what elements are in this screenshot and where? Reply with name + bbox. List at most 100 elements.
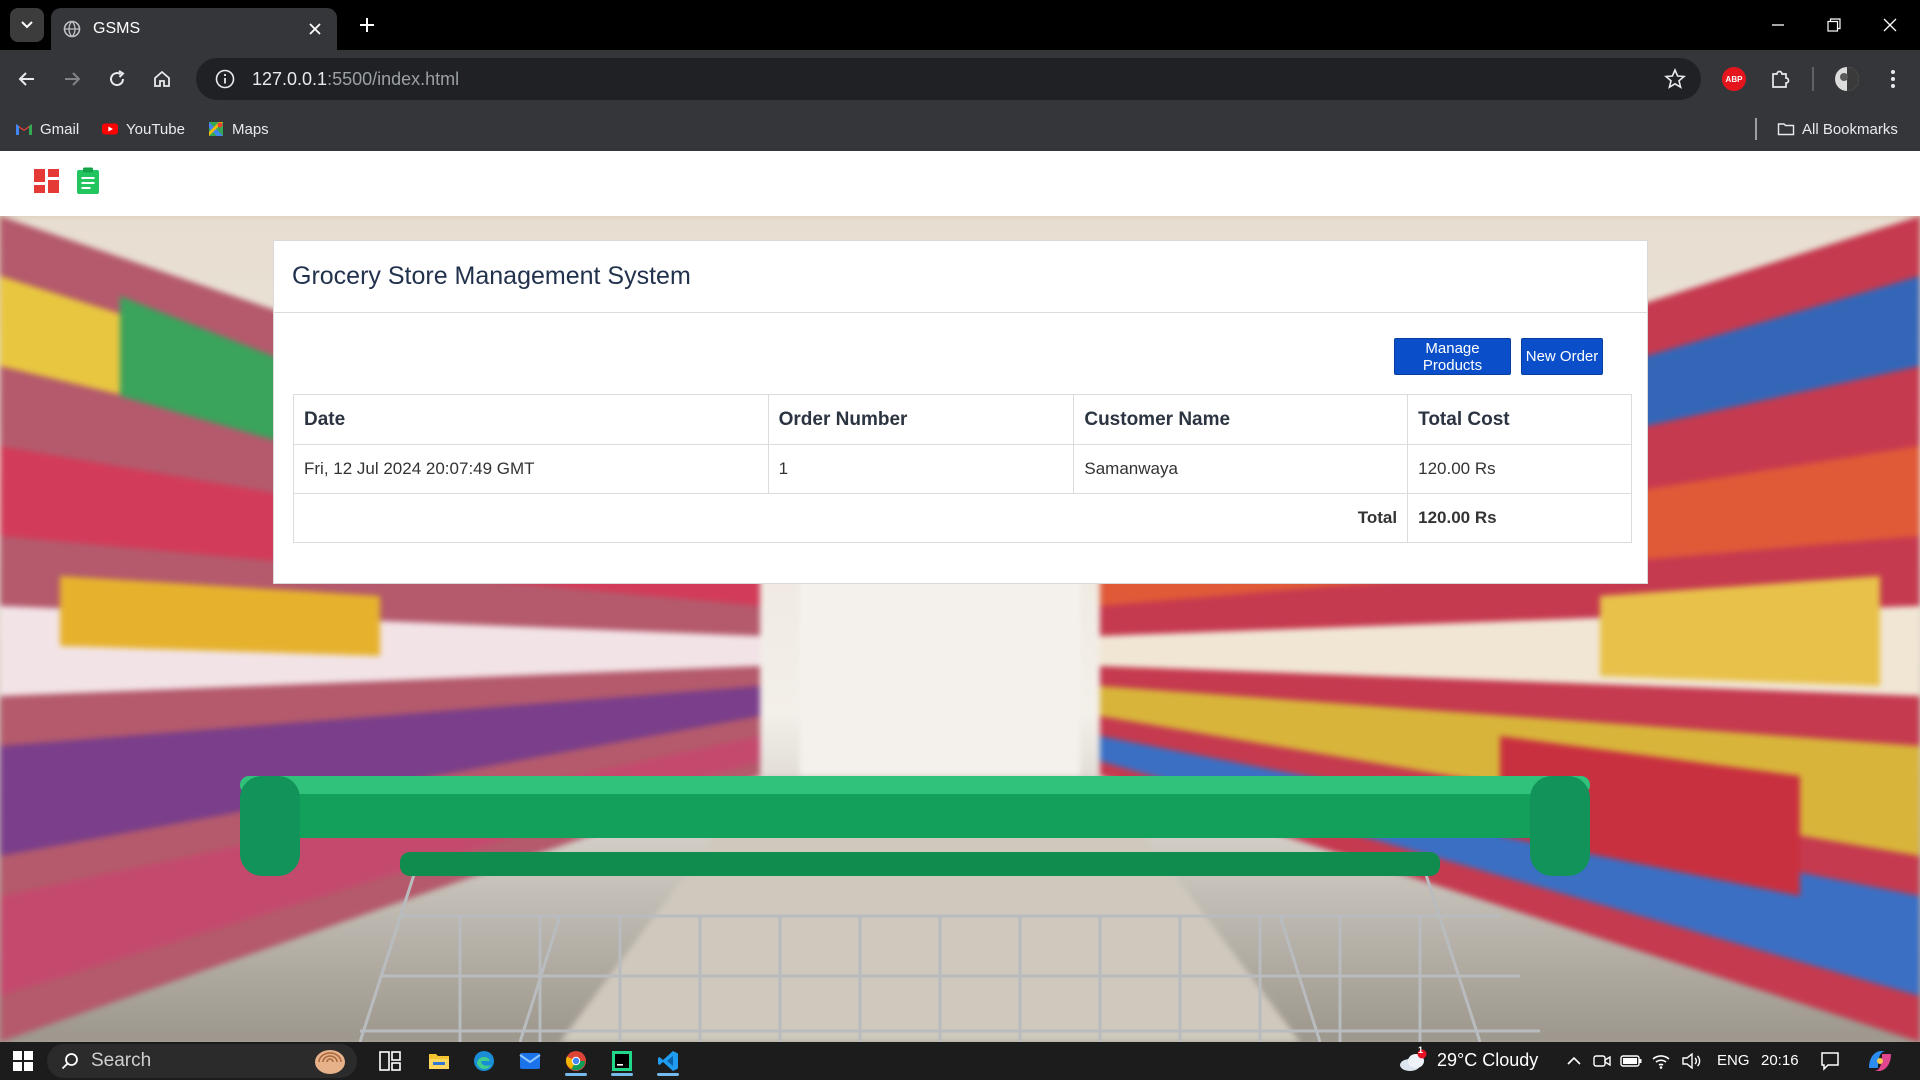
tab-search-button[interactable] xyxy=(10,8,44,42)
new-tab-button[interactable] xyxy=(352,10,382,40)
edge-icon xyxy=(474,1051,494,1071)
panel-body: Manage Products New Order Date Order Num… xyxy=(274,313,1647,543)
site-info-icon[interactable] xyxy=(214,68,236,90)
new-order-button[interactable]: New Order xyxy=(1521,338,1603,375)
search-placeholder: Search xyxy=(91,1050,152,1071)
copilot-button[interactable] xyxy=(1862,1046,1898,1076)
extensions-button[interactable] xyxy=(1763,61,1797,97)
browser-toolbar: 127.0.0.1:5500/index.html ABP xyxy=(0,50,1920,108)
bookmark-label: Gmail xyxy=(40,120,80,138)
volume-tray[interactable] xyxy=(1678,1046,1704,1076)
bookmarks-separator xyxy=(1755,118,1757,140)
language-indicator[interactable]: ENG xyxy=(1717,1052,1750,1069)
adblock-extension-button[interactable]: ABP xyxy=(1717,61,1751,97)
clock[interactable]: 20:16 xyxy=(1761,1052,1799,1069)
address-bar[interactable]: 127.0.0.1:5500/index.html xyxy=(196,58,1701,100)
adblock-icon: ABP xyxy=(1722,67,1746,91)
column-header-customer-name: Customer Name xyxy=(1073,394,1409,445)
taskbar-search-box[interactable]: Search xyxy=(47,1044,357,1078)
chrome-menu-button[interactable] xyxy=(1876,61,1910,97)
globe-icon xyxy=(63,20,81,38)
home-icon xyxy=(154,70,170,87)
battery-icon xyxy=(1620,1055,1642,1067)
task-view-button[interactable] xyxy=(373,1046,407,1076)
bookmark-star-icon[interactable] xyxy=(1663,67,1687,91)
gmail-icon xyxy=(16,124,32,135)
url-host: 127.0.0.1 xyxy=(252,68,328,89)
copilot-icon xyxy=(1869,1051,1891,1071)
camera-icon xyxy=(1593,1055,1611,1067)
bookmark-gmail[interactable]: Gmail xyxy=(15,118,79,140)
order-date-cell: Fri, 12 Jul 2024 20:07:49 GMT xyxy=(293,444,769,494)
url-path: :5500/index.html xyxy=(327,68,460,89)
toolbar-separator xyxy=(1812,67,1814,91)
total-cost-cell: 120.00 Rs xyxy=(1407,444,1632,494)
shell-decoration-icon xyxy=(315,1050,345,1074)
puzzle-icon xyxy=(1772,70,1790,88)
windows-logo-icon xyxy=(13,1051,33,1071)
home-button[interactable] xyxy=(145,62,179,96)
wifi-tray[interactable] xyxy=(1648,1046,1674,1076)
weather-badge: 1 xyxy=(1418,1045,1424,1055)
folder-icon xyxy=(429,1054,449,1069)
close-window-button[interactable] xyxy=(1862,0,1918,50)
active-app-indicator xyxy=(657,1073,679,1076)
url-text: 127.0.0.1:5500/index.html xyxy=(252,69,459,90)
avatar-icon xyxy=(1835,67,1859,91)
bookmarks-bar: Gmail YouTube Maps All Bookmarks xyxy=(0,108,1920,151)
notifications-button[interactable] xyxy=(1815,1046,1845,1076)
table-row: Fri, 12 Jul 2024 20:07:49 GMT 1 Samanway… xyxy=(293,444,1632,494)
minimize-button[interactable] xyxy=(1750,0,1806,50)
taskbar-chrome[interactable] xyxy=(556,1046,596,1076)
panel-heading: Grocery Store Management System xyxy=(274,241,1647,313)
chevron-down-icon xyxy=(21,21,33,29)
taskbar-pycharm[interactable] xyxy=(602,1046,642,1076)
clipboard-icon[interactable] xyxy=(74,167,102,195)
reload-icon xyxy=(110,70,125,87)
all-bookmarks-label: All Bookmarks xyxy=(1802,120,1898,138)
cloud-icon xyxy=(1400,1049,1427,1071)
customer-name-cell: Samanwaya xyxy=(1073,444,1409,494)
meet-now-tray[interactable] xyxy=(1590,1046,1614,1076)
more-vertical-icon xyxy=(1891,70,1895,88)
taskbar-edge[interactable] xyxy=(464,1046,504,1076)
taskbar-vscode[interactable] xyxy=(648,1046,688,1076)
minimize-icon xyxy=(1772,24,1784,26)
column-header-order-number: Order Number xyxy=(767,394,1075,445)
restore-button[interactable] xyxy=(1806,0,1862,50)
total-value: 120.00 Rs xyxy=(1407,493,1632,543)
taskbar-file-explorer[interactable] xyxy=(419,1046,459,1076)
restore-icon xyxy=(1827,18,1841,32)
manage-products-button[interactable]: Manage Products xyxy=(1394,338,1511,375)
weather-text[interactable]: 29°C Cloudy xyxy=(1437,1050,1538,1071)
task-view-icon xyxy=(379,1051,401,1071)
browser-tab[interactable]: GSMS xyxy=(51,8,337,50)
maps-icon xyxy=(209,122,223,136)
show-hidden-icons-button[interactable] xyxy=(1562,1046,1586,1076)
bookmark-label: YouTube xyxy=(126,120,185,138)
web-page: Grocery Store Management System Manage P… xyxy=(0,151,1920,1042)
orders-panel: Grocery Store Management System Manage P… xyxy=(273,240,1648,584)
reload-button[interactable] xyxy=(100,62,134,96)
tab-strip: GSMS xyxy=(0,0,1920,50)
mail-icon xyxy=(519,1053,541,1069)
forward-button[interactable] xyxy=(55,62,89,96)
back-button[interactable] xyxy=(10,62,44,96)
search-icon xyxy=(61,1053,78,1070)
chevron-up-icon xyxy=(1567,1056,1581,1065)
windows-taskbar: Search 1 29°C Cloudy ENG 20:16 xyxy=(0,1042,1920,1080)
plus-icon xyxy=(360,18,374,32)
all-bookmarks-button[interactable]: All Bookmarks xyxy=(1777,118,1898,140)
total-row: Total 120.00 Rs xyxy=(292,493,1632,543)
dashboard-icon[interactable] xyxy=(33,167,61,195)
start-button[interactable] xyxy=(8,1046,38,1076)
profile-button[interactable] xyxy=(1830,61,1864,97)
close-tab-icon[interactable] xyxy=(305,19,325,39)
taskbar-mail[interactable] xyxy=(510,1046,550,1076)
column-header-total-cost: Total Cost xyxy=(1407,394,1632,445)
weather-widget-icon[interactable]: 1 xyxy=(1395,1045,1431,1076)
bookmark-maps[interactable]: Maps xyxy=(207,118,269,140)
bookmark-youtube[interactable]: YouTube xyxy=(101,118,185,140)
chrome-icon xyxy=(565,1051,586,1071)
battery-tray[interactable] xyxy=(1618,1046,1644,1076)
